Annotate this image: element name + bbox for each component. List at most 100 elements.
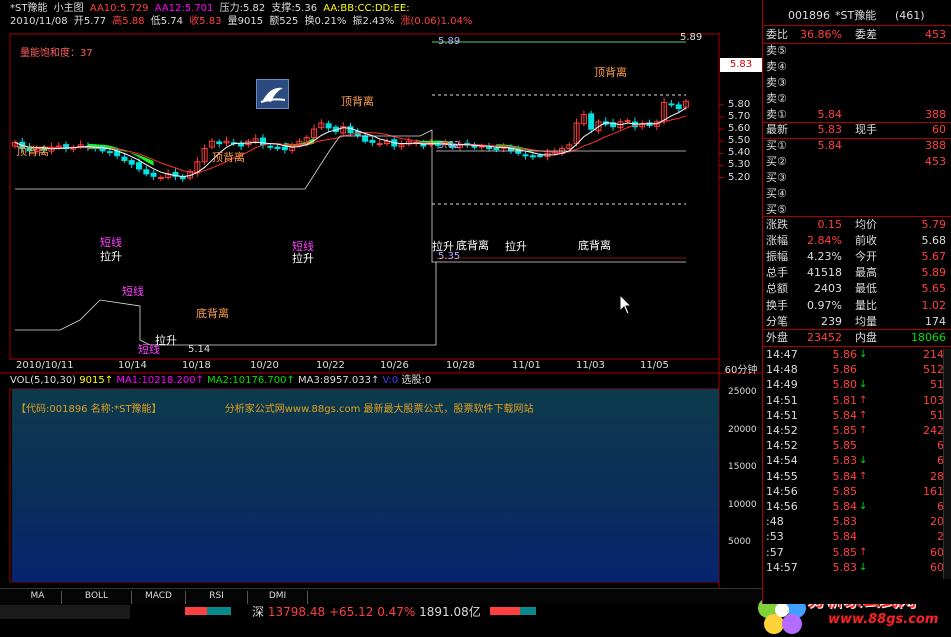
neipan-value: 18066 [911, 331, 946, 344]
chart-area[interactable]: *ST豫能 小主图 AA10:5.729 AA12:5.701 压力:5.82 … [0, 0, 762, 604]
buy-volume: 453 [925, 155, 946, 168]
sell-label: 卖③ [766, 76, 787, 89]
stat-value-2: 5.68 [921, 234, 947, 248]
tick-arrow: ↑ [859, 425, 868, 436]
buy-label: 买④ [766, 187, 787, 200]
date-tick: 10/20 [250, 360, 279, 371]
candle-body [238, 143, 245, 147]
candle-body [281, 146, 288, 151]
price-gridlines [719, 104, 724, 178]
tick-arrow: ↑ [859, 470, 868, 482]
chart-annotation: 顶背离 [594, 66, 627, 79]
buy-volume: 388 [925, 139, 946, 152]
stat-label: 涨幅 [766, 234, 788, 248]
candle-body [121, 156, 128, 162]
xianshou-label: 现手 [855, 123, 877, 136]
tab-dmi[interactable]: DMI [248, 591, 308, 604]
tick-row: 14:56 5.84 ↓ 6 [763, 501, 951, 513]
tick-price: 5.85 [832, 439, 858, 453]
stat-value: 2.84% [807, 234, 842, 248]
waipan-row: 外盘 23452 内盘 18066 [763, 330, 951, 346]
candle-body [143, 169, 150, 175]
quote-panel: 001896 *ST豫能 (461) 委比 36.86% 委差 453 卖⑤ 卖④… [762, 0, 951, 604]
index-pct: 0.47% [377, 605, 416, 619]
tick-price: 5.86 [832, 363, 858, 377]
stat-value: 0.15 [817, 218, 843, 231]
vol-tick-label: 10000 [728, 499, 757, 510]
tick-price: 5.81 [832, 393, 858, 407]
chart-annotation: 拉升 [505, 240, 527, 253]
pick-value: 选股:0 [401, 375, 432, 386]
vol-tick-label: 25000 [728, 387, 757, 397]
chart-annotation: 底背离 [456, 239, 489, 252]
tick-time: 14:54 [766, 454, 798, 468]
market-index: 深 13798.48 +65.12 0.47% 1891.08亿 [252, 604, 481, 620]
sell-row: 卖④ [763, 59, 951, 75]
stock-count: (461) [895, 9, 925, 22]
date-tick: 10/22 [316, 360, 345, 371]
sell-label: 卖② [766, 92, 787, 105]
vol-value: 9015 [79, 375, 105, 386]
tick-time: 14:47 [766, 348, 798, 361]
stat-label: 振幅 [766, 250, 788, 264]
tab-macd[interactable]: MACD [132, 591, 186, 604]
chart-annotation: 短线 [122, 285, 144, 298]
sell-volume: 388 [925, 108, 946, 121]
stat-label-2: 最低 [855, 282, 877, 296]
tick-scrollbar[interactable] [943, 349, 951, 579]
buy-price: 5.84 [817, 139, 843, 152]
sell-row: 卖② [763, 91, 951, 107]
y-tick-label: 5.80 [728, 98, 751, 110]
candle-body [347, 126, 354, 134]
sell-price: 5.84 [817, 108, 843, 121]
candle-body [493, 147, 500, 151]
mouse-cursor-icon [619, 294, 633, 315]
ma3-value: MA3:8957.033 [298, 375, 371, 386]
date-tick: 11/03 [576, 360, 605, 371]
y-tick-label: 5.30 [728, 159, 751, 171]
sell-label: 卖① [766, 108, 787, 121]
tick-row: 14:57 5.83 ↓ 60 [763, 561, 951, 574]
stat-value-2: 5.67 [921, 250, 947, 264]
stock-code: 001896 [788, 9, 830, 22]
stat-label-2: 均价 [855, 218, 877, 231]
tick-volume: 214 [923, 348, 944, 361]
tick-price: 5.80 [832, 378, 858, 392]
candle-body [135, 162, 142, 170]
candle-body [522, 154, 529, 157]
tick-price: 5.85 [832, 424, 858, 437]
stat-row: 总额 2403 最低 5.65 [763, 281, 951, 297]
tab-ma[interactable]: MA [14, 591, 62, 604]
date-tick: 10/26 [380, 360, 409, 371]
xianshou-value: 60 [932, 123, 946, 136]
candle-body [376, 143, 383, 146]
price-level-label: 5.89 [438, 36, 461, 47]
tab-boll[interactable]: BOLL [62, 591, 132, 604]
stat-value-2: 5.65 [921, 282, 947, 296]
stat-row: 涨跌 0.15 均价 5.79 [763, 217, 951, 233]
logo-url: www.88gs.com [828, 612, 939, 627]
candle-body [369, 139, 376, 143]
y-tick-label: 5.40 [728, 147, 751, 159]
stat-value-2: 5.79 [921, 218, 947, 231]
tick-row: 14:52 5.85 ↑ 242 [763, 425, 951, 437]
ma2-value: MA2:10176.700 [207, 375, 287, 386]
sell-row: 卖⑤ [763, 43, 951, 59]
buy-row: 买② 453 [763, 154, 951, 170]
chart-annotation: 底背离 [196, 307, 229, 320]
tick-time: :53 [766, 530, 784, 544]
bar-cyan-2 [520, 607, 536, 615]
candle-body [675, 104, 682, 110]
tab-rsi[interactable]: RSI [186, 591, 248, 604]
tick-row: :48 5.83 20 [763, 516, 951, 528]
stat-value: 2403 [814, 282, 842, 296]
stat-value: 0.97% [807, 298, 842, 312]
date-tick: 10/18 [182, 360, 211, 371]
candle-body [537, 154, 544, 157]
tick-volume: 28 [930, 469, 944, 483]
index-bar-cyan [207, 607, 231, 615]
tick-volume: 103 [923, 393, 944, 407]
candle-body [150, 172, 157, 177]
up-arrow-icon: ↑ [195, 375, 204, 386]
webi-value: 36.86% [800, 28, 842, 41]
